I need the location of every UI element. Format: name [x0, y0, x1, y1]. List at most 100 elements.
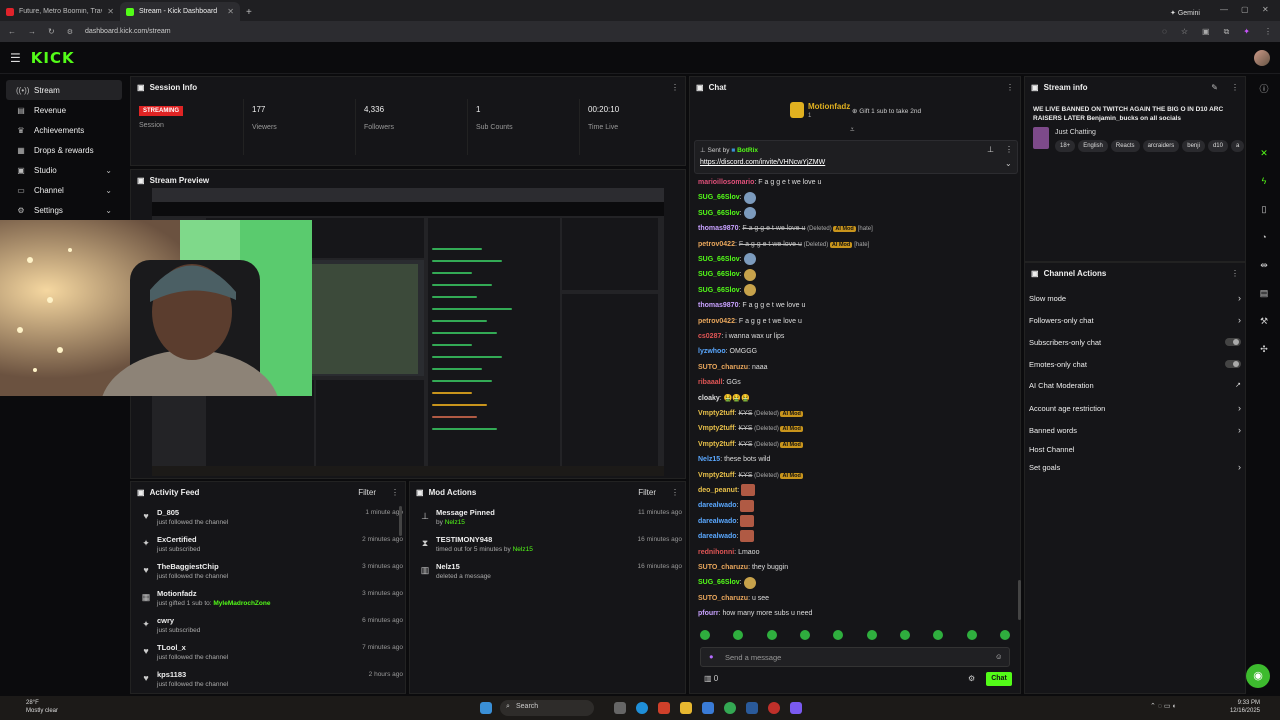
chat-username[interactable]: SUG_66Slov [698, 287, 740, 294]
chat-username[interactable]: Vmpty2tuff [698, 472, 735, 479]
avatar[interactable] [1254, 49, 1270, 66]
pinned-by-user[interactable]: BotRix [737, 147, 758, 154]
chrome-icon[interactable] [724, 702, 736, 714]
file-explorer-icon[interactable] [680, 702, 692, 714]
pinned-link[interactable]: https://discord.com/invite/VHNcwYjZMW [700, 159, 825, 166]
gift-sub-prompt[interactable]: ⊕ Gift 1 sub to take 2nd [852, 107, 921, 115]
chat-username[interactable]: Vmpty2tuff [698, 441, 735, 448]
chat-message[interactable]: SUG_66Slov: [698, 206, 756, 220]
mic-icon[interactable]: ● [709, 652, 714, 661]
chevron-down-icon[interactable]: ⌄ [1005, 159, 1012, 168]
points-counter[interactable]: ▥ 0 [704, 674, 718, 683]
unpin-icon[interactable]: ⊥ [987, 145, 994, 154]
chat-message[interactable]: ribaaall: GGs [698, 376, 741, 389]
list-item[interactable]: ⊥ Message Pinned by Nelz15 11 minutes ag… [416, 506, 682, 532]
chat-username[interactable]: darealwado [698, 502, 737, 509]
tool-icon[interactable]: ✕ [1257, 146, 1271, 160]
wrench-icon[interactable]: ⚒ [1257, 314, 1271, 328]
chat-username[interactable]: SUG_66Slov [698, 194, 740, 201]
chat-username[interactable]: SUG_66Slov [698, 256, 740, 263]
app-icon[interactable] [746, 702, 758, 714]
url-field[interactable]: dashboard.kick.com/stream [85, 28, 171, 35]
close-icon[interactable]: ✕ [227, 7, 234, 16]
sidebar-item-drops[interactable]: ▦ Drops & rewards [6, 140, 122, 160]
emote-icon[interactable] [833, 630, 844, 640]
sidebar-item-revenue[interactable]: ▤ Revenue [6, 100, 122, 120]
activity-user[interactable]: kps1183 [157, 670, 186, 679]
chat-username[interactable]: marioillosomario [698, 179, 754, 186]
chat-message[interactable]: petrov0422: F a g g e t we love u (Delet… [698, 238, 869, 251]
more-options-icon[interactable]: ⋮ [391, 488, 399, 497]
set-goals-row[interactable]: Set goals › [1029, 457, 1241, 477]
taskbar-clock[interactable]: 9:33 PM 12/16/2025 [1230, 699, 1260, 715]
tag-pill[interactable]: d10 [1207, 140, 1228, 152]
bookmark-star-icon[interactable]: ☆ [1181, 27, 1188, 36]
tag-pill[interactable]: Reacts [1110, 140, 1140, 152]
copilot-icon[interactable] [658, 702, 670, 714]
activity-user[interactable]: TheBaggiestChip [157, 562, 219, 571]
chat-message[interactable]: marioillosomario: F a g g e t we love u [698, 176, 821, 189]
chat-username[interactable]: SUTO_charuzu [698, 364, 748, 371]
close-window-icon[interactable]: ✕ [1262, 5, 1269, 14]
host-channel-row[interactable]: Host Channel [1029, 439, 1241, 459]
chat-message[interactable]: SUG_66Slov: [698, 576, 756, 589]
mod-actor[interactable]: Nelz15 [445, 519, 465, 526]
mod-action[interactable]: Nelz15 [436, 562, 460, 571]
emoji-icon[interactable]: ☺ [995, 652, 1003, 661]
close-icon[interactable]: ✕ [107, 7, 114, 16]
chat-message[interactable]: SUTO_charuzu: naaa [698, 361, 768, 374]
chat-username[interactable]: Vmpty2tuff [698, 425, 735, 432]
chat-username[interactable]: SUG_66Slov [698, 271, 740, 278]
ai-moderation-row[interactable]: AI Chat Moderation ↗ [1029, 375, 1241, 395]
mod-action[interactable]: TESTIMONY948 [436, 535, 492, 544]
forward-icon[interactable]: → [28, 27, 36, 36]
chat-message[interactable]: SUG_66Slov: [698, 283, 756, 297]
tag-pill[interactable]: benji [1182, 140, 1205, 152]
chat-username[interactable]: darealwado [698, 518, 737, 525]
settings-app-icon[interactable] [702, 702, 714, 714]
gift-target[interactable]: MyleMadrochZone [213, 600, 270, 607]
new-tab-button[interactable]: + [246, 7, 252, 18]
chat-message[interactable]: Nelz15: these bots wild [698, 453, 770, 466]
reload-icon[interactable]: ↻ [48, 27, 55, 36]
followers-only-row[interactable]: Followers-only chat › [1029, 310, 1241, 330]
subscribers-only-toggle[interactable] [1225, 338, 1241, 346]
chat-message[interactable]: rednihonni: Lmaoo [698, 546, 759, 559]
sidebar-item-settings[interactable]: ⚙ Settings ⌄ [6, 200, 122, 220]
chat-message[interactable]: cs0287: i wanna wax ur lips [698, 330, 784, 343]
profile-icon[interactable]: ✦ [1243, 27, 1250, 36]
slow-mode-row[interactable]: Slow mode › [1029, 288, 1241, 308]
list-item[interactable]: ♥ TheBaggiestChip just followed the chan… [137, 560, 403, 586]
send-chat-button[interactable]: Chat [986, 672, 1012, 686]
chat-message[interactable]: darealwado: [698, 514, 755, 528]
expand-icon[interactable]: ⇹ [1257, 258, 1271, 272]
extensions-icon[interactable]: ▣ [1202, 27, 1210, 36]
chat-message[interactable]: deo_peanut: [698, 484, 756, 497]
more-options-icon[interactable]: ⋮ [1006, 83, 1014, 92]
sidebar-item-channel[interactable]: ▭ Channel ⌄ [6, 180, 122, 200]
emote-icon[interactable] [866, 630, 877, 640]
chat-username[interactable]: thomas9870 [698, 225, 738, 232]
more-options-icon[interactable]: ⋮ [1231, 83, 1239, 92]
chat-username[interactable]: petrov0422 [698, 318, 735, 325]
emote-icon[interactable] [766, 630, 777, 640]
eye-off-icon[interactable]: ◌ [1162, 27, 1167, 36]
chat-message[interactable]: cloaky: 🤮🤮🤮 [698, 392, 750, 405]
browser-tab-kick[interactable]: Stream - Kick Dashboard ✕ [120, 2, 240, 21]
activity-user[interactable]: ExCertified [157, 535, 197, 544]
chat-message[interactable]: lyzwhoo: OMGGG [698, 345, 757, 358]
chat-settings-icon[interactable]: ⚙ [968, 674, 975, 683]
list-item[interactable]: ✦ ExCertified just subscribed 2 minutes … [137, 533, 403, 559]
emotes-only-toggle[interactable] [1225, 360, 1241, 368]
chat-username[interactable]: SUTO_charuzu [698, 595, 748, 602]
emote-icon[interactable] [899, 630, 910, 640]
chat-username[interactable]: cloaky [698, 395, 720, 402]
chat-username[interactable]: SUTO_charuzu [698, 564, 748, 571]
activity-user[interactable]: Motionfadz [157, 589, 197, 598]
browser-tab-youtube[interactable]: Future, Metro Boomin, Travis S ✕ [0, 2, 120, 21]
activity-user[interactable]: D_805 [157, 508, 179, 517]
minimize-icon[interactable]: — [1220, 5, 1228, 14]
chat-bubble-icon[interactable]: ◔ [1257, 230, 1271, 244]
app-icon[interactable] [768, 702, 780, 714]
chat-username[interactable]: pfourr [698, 610, 719, 617]
